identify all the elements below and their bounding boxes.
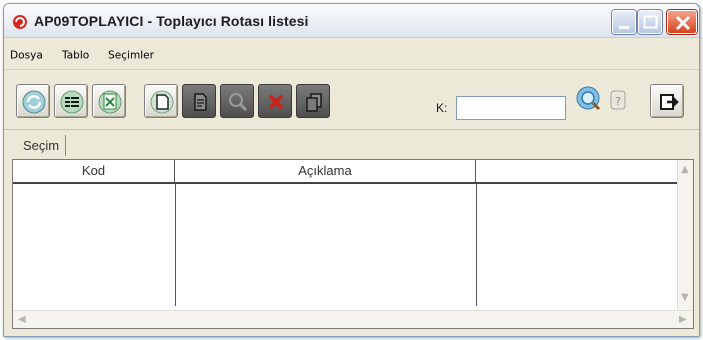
help-button[interactable]: ? (608, 82, 628, 116)
excel-export-button[interactable] (92, 84, 126, 118)
new-record-button[interactable] (144, 84, 178, 118)
toolbar: K: ? (4, 76, 699, 130)
refresh-button[interactable] (16, 84, 50, 118)
app-logo-icon (13, 15, 27, 29)
title-bar[interactable]: AP09TOPLAYICI - Toplayıcı Rotası listesi (4, 4, 699, 38)
new-document-icon (150, 90, 174, 114)
tab-secim[interactable]: Seçim (17, 135, 67, 156)
grid-header: Kod Açıklama (13, 160, 679, 184)
column-header-aciklama[interactable]: Açıklama (175, 160, 476, 182)
close-button[interactable] (667, 10, 697, 34)
exit-icon (660, 94, 679, 110)
close-icon (675, 15, 691, 31)
column-divider (175, 184, 176, 306)
minimize-icon (619, 26, 629, 29)
maximize-icon (643, 15, 658, 29)
column-header-extra[interactable] (476, 160, 679, 182)
main-window: AP09TOPLAYICI - Toplayıcı Rotası listesi… (3, 3, 700, 337)
search-label: K: (436, 101, 448, 115)
svg-text:?: ? (615, 95, 621, 108)
scroll-left-icon[interactable]: ◀ (18, 314, 26, 325)
delete-record-button[interactable] (258, 84, 292, 118)
column-header-kod[interactable]: Kod (13, 160, 175, 182)
menu-tablo[interactable]: Tablo (62, 49, 89, 61)
column-divider (476, 184, 477, 306)
scroll-right-icon[interactable]: ▶ (679, 314, 687, 325)
copy-record-button[interactable] (296, 84, 330, 118)
vertical-scrollbar[interactable]: ▲ ▼ (677, 160, 693, 312)
edit-record-button[interactable] (182, 84, 216, 118)
magnifier-icon (576, 86, 601, 111)
delete-icon (268, 94, 284, 110)
exit-button[interactable] (650, 84, 684, 118)
menu-secimler[interactable]: Seçimler (108, 49, 154, 61)
minimize-button[interactable] (612, 10, 636, 34)
list-view-button[interactable] (54, 84, 88, 118)
edit-document-icon (194, 93, 207, 111)
copy-icon (306, 93, 322, 112)
find-button[interactable] (572, 82, 606, 116)
list-icon (60, 90, 84, 114)
search-record-button[interactable] (220, 84, 254, 118)
window-title: AP09TOPLAYICI - Toplayıcı Rotası listesi (34, 13, 309, 29)
refresh-icon (22, 90, 46, 114)
data-grid[interactable]: Kod Açıklama ▲ ▼ ◀ ▶ (12, 159, 694, 329)
search-input[interactable] (456, 96, 566, 120)
search-icon (229, 93, 248, 112)
scroll-down-icon[interactable]: ▼ (681, 292, 689, 303)
menu-bar: Dosya Tablo Seçimler (4, 44, 699, 70)
horizontal-scrollbar[interactable]: ◀ ▶ (13, 310, 693, 328)
scroll-up-icon[interactable]: ▲ (681, 164, 689, 175)
tab-strip: Seçim (12, 132, 692, 158)
excel-icon (98, 90, 122, 114)
maximize-button[interactable] (638, 10, 662, 34)
menu-dosya[interactable]: Dosya (10, 49, 43, 61)
help-icon: ? (610, 90, 626, 110)
